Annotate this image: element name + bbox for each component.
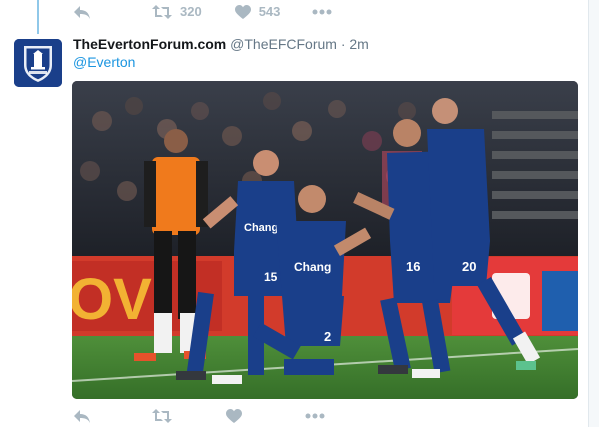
like-button[interactable]: [226, 407, 242, 425]
prev-tweet-actions: 320 543: [73, 3, 332, 21]
reply-button[interactable]: [73, 407, 91, 425]
shirt-number-16: 16: [406, 259, 420, 274]
retweet-button[interactable]: [152, 407, 172, 425]
like-icon: [226, 408, 242, 423]
reply-button[interactable]: [73, 3, 91, 21]
tweet-timestamp[interactable]: 2m: [349, 36, 368, 52]
avatar[interactable]: [14, 39, 62, 87]
retweet-count: 320: [180, 4, 202, 19]
shirt-sponsor-left: Chang: [244, 222, 278, 234]
tweet-handle[interactable]: @TheEFCForum: [230, 36, 337, 52]
tweet-mention[interactable]: @Everton: [73, 54, 135, 71]
retweet-icon: [152, 5, 172, 19]
reply-icon: [74, 410, 90, 423]
more-button[interactable]: [305, 407, 325, 425]
reply-icon: [74, 6, 90, 19]
tweet-separator: ·: [340, 36, 346, 52]
retweet-icon: [152, 409, 172, 423]
tweet-photo[interactable]: OV Chang 15 Chang 2 16 20: [72, 81, 578, 399]
more-icon: [305, 413, 325, 419]
retweet-button[interactable]: 320: [152, 3, 202, 21]
celebration-photo: OV Chang 15 Chang 2 16 20: [72, 81, 578, 399]
shirt-number-15: 15: [264, 270, 278, 284]
everton-forum-crest-icon: [14, 39, 62, 87]
like-button[interactable]: 543: [234, 3, 281, 21]
tweet-header: TheEvertonForum.com @TheEFCForum · 2m: [73, 36, 369, 53]
like-icon: [234, 4, 251, 19]
thread-line: [37, 0, 39, 34]
more-button[interactable]: [312, 3, 332, 21]
more-icon: [312, 9, 332, 15]
ad-board-text: OV: [72, 267, 152, 332]
tweet-actions: [73, 407, 325, 425]
timeline: 320 543 TheEvertonForum.com @TheEFCForum…: [0, 0, 589, 427]
shirt-sponsor-centre: Chang: [294, 260, 331, 274]
tweet-fullname[interactable]: TheEvertonForum.com: [73, 36, 226, 52]
shirt-number-20: 20: [462, 259, 476, 274]
shirt-number-2: 2: [324, 329, 331, 344]
like-count: 543: [258, 4, 281, 19]
